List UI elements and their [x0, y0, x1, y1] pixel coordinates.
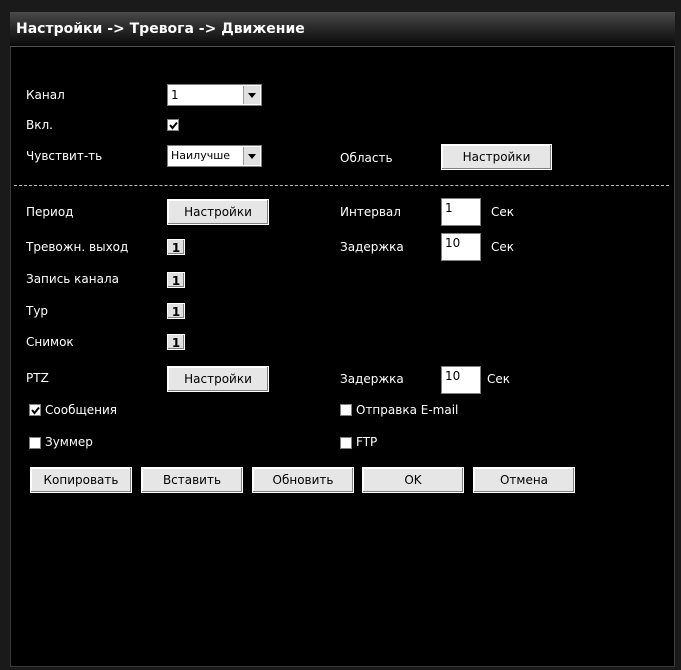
record-channel-label: Запись канала: [26, 272, 119, 286]
messages-checkbox[interactable]: [29, 404, 41, 416]
area-label: Область: [340, 151, 393, 165]
page-title: Настройки -> Тревога -> Движение: [16, 21, 305, 37]
sensitivity-value: Наилучше: [171, 149, 231, 162]
ptz-delay-label: Задержка: [340, 372, 404, 386]
buzzer-checkbox[interactable]: [29, 437, 41, 449]
period-settings-button[interactable]: Настройки: [167, 199, 269, 225]
channel-select[interactable]: 1: [167, 84, 262, 106]
ftp-label: FTP: [356, 435, 378, 449]
record-channel-1[interactable]: 1: [167, 272, 185, 288]
checkmark-icon: [169, 121, 178, 130]
copy-button[interactable]: Копировать: [30, 467, 132, 493]
title-bar: Настройки -> Тревога -> Движение: [10, 12, 675, 47]
delay-label: Задержка: [340, 240, 404, 254]
chevron-down-icon[interactable]: [243, 147, 260, 165]
buzzer-label: Зуммер: [45, 435, 93, 449]
channel-label: Канал: [26, 88, 65, 102]
interval-input[interactable]: 1: [441, 198, 481, 226]
interval-label: Интервал: [340, 205, 401, 219]
cancel-button[interactable]: Отмена: [473, 467, 575, 493]
delay-unit: Сек: [491, 240, 515, 254]
ftp-checkbox[interactable]: [340, 437, 352, 449]
snapshot-label: Снимок: [26, 335, 74, 349]
checkmark-icon: [31, 406, 40, 415]
email-label: Отправка E-mail: [356, 403, 459, 417]
settings-panel: [10, 12, 675, 667]
sensitivity-select[interactable]: Наилучше: [167, 145, 262, 167]
interval-unit: Сек: [491, 205, 515, 219]
enabled-label: Вкл.: [26, 118, 53, 132]
channel-value: 1: [171, 88, 179, 102]
ptz-settings-button[interactable]: Настройки: [167, 366, 269, 392]
enabled-checkbox[interactable]: [167, 119, 179, 131]
tour-channel-1[interactable]: 1: [167, 303, 185, 319]
alarm-output-channel-1[interactable]: 1: [167, 239, 185, 255]
sensitivity-label: Чувствит-ть: [26, 149, 103, 163]
area-settings-button[interactable]: Настройки: [441, 144, 552, 170]
chevron-down-icon[interactable]: [243, 86, 260, 104]
snapshot-channel-1[interactable]: 1: [167, 334, 185, 350]
paste-button[interactable]: Вставить: [141, 467, 243, 493]
email-checkbox[interactable]: [340, 404, 352, 416]
ptz-delay-unit: Сек: [487, 372, 511, 386]
delay-input[interactable]: 10: [441, 233, 481, 261]
section-divider: [14, 185, 669, 186]
tour-label: Тур: [26, 304, 49, 318]
ok-button[interactable]: OK: [362, 467, 464, 493]
ptz-label: PTZ: [26, 371, 49, 385]
refresh-button[interactable]: Обновить: [252, 467, 354, 493]
ptz-delay-input[interactable]: 10: [441, 366, 481, 394]
alarm-output-label: Тревожн. выход: [26, 240, 129, 254]
messages-label: Сообщения: [45, 403, 118, 417]
period-label: Период: [26, 205, 74, 219]
